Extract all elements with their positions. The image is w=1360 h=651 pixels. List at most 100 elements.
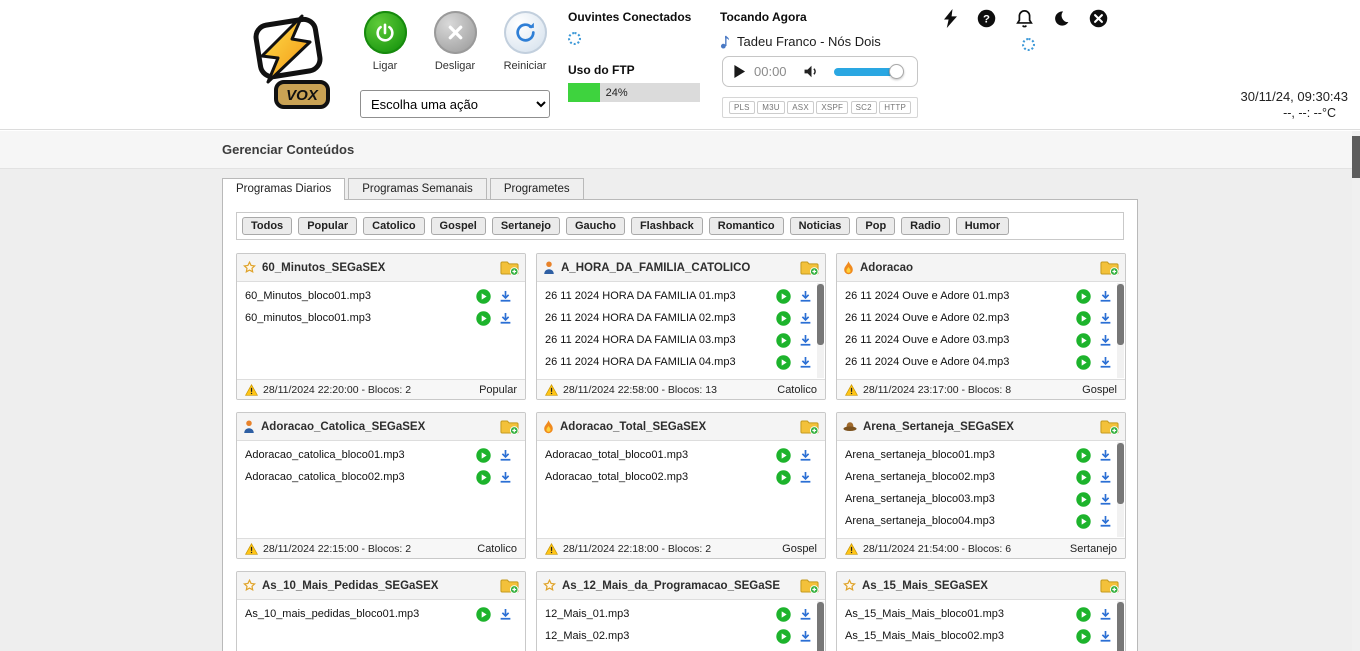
download-icon[interactable]	[499, 449, 512, 462]
close-icon[interactable]	[1089, 9, 1108, 28]
help-icon[interactable]: ?	[977, 9, 996, 28]
download-icon[interactable]	[799, 449, 812, 462]
playlist-http-button[interactable]: HTTP	[879, 101, 911, 114]
folder-add-icon[interactable]	[800, 260, 819, 276]
play-icon[interactable]	[776, 629, 791, 644]
play-icon[interactable]	[776, 311, 791, 326]
play-icon[interactable]	[776, 448, 791, 463]
tab-programas-semanais[interactable]: Programas Semanais	[348, 178, 487, 199]
download-icon[interactable]	[1099, 312, 1112, 325]
volume-icon[interactable]	[803, 64, 820, 79]
play-icon[interactable]	[1076, 514, 1091, 529]
tab-programetes[interactable]: Programetes	[490, 178, 584, 199]
play-icon[interactable]	[1076, 448, 1091, 463]
folder-add-icon[interactable]	[500, 578, 519, 594]
filter-catolico[interactable]: Catolico	[363, 217, 424, 235]
playlist-m3u-button[interactable]: M3U	[757, 101, 785, 114]
play-icon[interactable]	[1076, 311, 1091, 326]
filter-flashback[interactable]: Flashback	[631, 217, 703, 235]
download-icon[interactable]	[499, 471, 512, 484]
play-button[interactable]	[733, 64, 746, 79]
filter-popular[interactable]: Popular	[298, 217, 357, 235]
tab-programas-diarios[interactable]: Programas Diarios	[222, 178, 345, 200]
card-scrollbar[interactable]	[817, 601, 824, 651]
play-icon[interactable]	[776, 607, 791, 622]
restart-button[interactable]	[504, 11, 547, 54]
folder-add-icon[interactable]	[800, 578, 819, 594]
folder-add-icon[interactable]	[1100, 260, 1119, 276]
play-icon[interactable]	[1076, 607, 1091, 622]
filter-humor[interactable]: Humor	[956, 217, 1009, 235]
volume-slider[interactable]	[834, 68, 896, 76]
play-icon[interactable]	[776, 333, 791, 348]
play-icon[interactable]	[476, 289, 491, 304]
play-icon[interactable]	[1076, 289, 1091, 304]
play-icon[interactable]	[1076, 333, 1091, 348]
download-icon[interactable]	[1099, 356, 1112, 369]
page-scrollbar[interactable]	[1352, 131, 1360, 651]
lightning-icon[interactable]	[944, 9, 957, 28]
download-icon[interactable]	[799, 608, 812, 621]
power-on-button[interactable]	[364, 11, 407, 54]
card-scrollbar[interactable]	[1117, 601, 1124, 651]
card-scrollbar-thumb[interactable]	[1117, 602, 1124, 651]
card-scrollbar-thumb[interactable]	[1117, 284, 1124, 345]
filter-pop[interactable]: Pop	[856, 217, 895, 235]
play-icon[interactable]	[476, 311, 491, 326]
folder-add-icon[interactable]	[800, 419, 819, 435]
playlist-sc2-button[interactable]: SC2	[851, 101, 877, 114]
filter-gospel[interactable]: Gospel	[431, 217, 486, 235]
filter-romantico[interactable]: Romantico	[709, 217, 784, 235]
volume-knob[interactable]	[889, 64, 904, 79]
download-icon[interactable]	[1099, 290, 1112, 303]
card-scrollbar-thumb[interactable]	[817, 602, 824, 651]
playlist-asx-button[interactable]: ASX	[787, 101, 814, 114]
play-icon[interactable]	[1076, 470, 1091, 485]
download-icon[interactable]	[1099, 608, 1112, 621]
download-icon[interactable]	[1099, 630, 1112, 643]
filter-sertanejo[interactable]: Sertanejo	[492, 217, 560, 235]
download-icon[interactable]	[1099, 471, 1112, 484]
download-icon[interactable]	[799, 630, 812, 643]
play-icon[interactable]	[776, 470, 791, 485]
filter-todos[interactable]: Todos	[242, 217, 292, 235]
download-icon[interactable]	[799, 471, 812, 484]
download-icon[interactable]	[799, 290, 812, 303]
action-select[interactable]: Escolha uma ação	[360, 90, 550, 118]
page-scrollbar-thumb[interactable]	[1352, 136, 1360, 178]
download-icon[interactable]	[499, 312, 512, 325]
download-icon[interactable]	[499, 290, 512, 303]
playlist-pls-button[interactable]: PLS	[729, 101, 755, 114]
download-icon[interactable]	[1099, 493, 1112, 506]
download-icon[interactable]	[799, 356, 812, 369]
card-scrollbar-thumb[interactable]	[1117, 443, 1124, 504]
folder-add-icon[interactable]	[1100, 419, 1119, 435]
power-off-button[interactable]	[434, 11, 477, 54]
filter-gaucho[interactable]: Gaucho	[566, 217, 625, 235]
folder-add-icon[interactable]	[500, 260, 519, 276]
download-icon[interactable]	[1099, 449, 1112, 462]
download-icon[interactable]	[799, 312, 812, 325]
download-icon[interactable]	[1099, 334, 1112, 347]
notifications-bell-icon[interactable]	[1016, 9, 1033, 28]
playlist-xspf-button[interactable]: XSPF	[816, 101, 848, 114]
card-scrollbar[interactable]	[817, 283, 824, 378]
download-icon[interactable]	[1099, 515, 1112, 528]
download-icon[interactable]	[799, 334, 812, 347]
filter-radio[interactable]: Radio	[901, 217, 950, 235]
play-icon[interactable]	[776, 289, 791, 304]
play-icon[interactable]	[1076, 629, 1091, 644]
folder-add-icon[interactable]	[500, 419, 519, 435]
play-icon[interactable]	[476, 448, 491, 463]
play-icon[interactable]	[476, 470, 491, 485]
play-icon[interactable]	[476, 607, 491, 622]
folder-add-icon[interactable]	[1100, 578, 1119, 594]
card-scrollbar-thumb[interactable]	[817, 284, 824, 345]
download-icon[interactable]	[499, 608, 512, 621]
filter-noticias[interactable]: Noticias	[790, 217, 851, 235]
play-icon[interactable]	[1076, 355, 1091, 370]
card-scrollbar[interactable]	[1117, 442, 1124, 537]
play-icon[interactable]	[776, 355, 791, 370]
card-scrollbar[interactable]	[1117, 283, 1124, 378]
dark-mode-moon-icon[interactable]	[1053, 10, 1069, 27]
